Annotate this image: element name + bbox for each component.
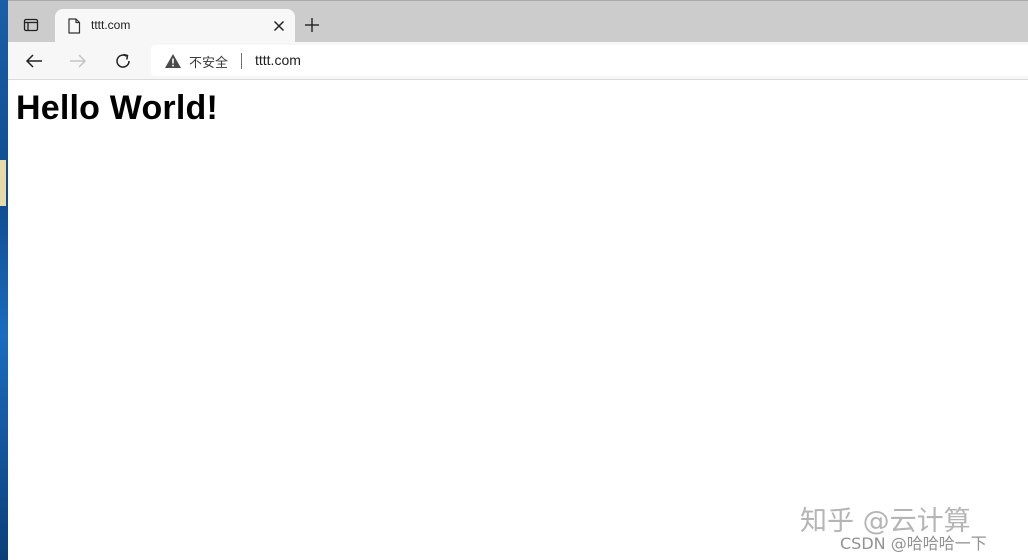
page-content: Hello World! <box>8 80 1028 560</box>
close-icon[interactable] <box>271 18 287 34</box>
security-status-label[interactable]: 不安全 <box>189 52 228 71</box>
url-text[interactable]: tttt.com <box>255 52 301 68</box>
page-icon <box>67 18 81 34</box>
tab-actions-icon[interactable] <box>20 15 42 35</box>
forward-arrow-icon[interactable] <box>66 49 90 73</box>
warning-icon[interactable] <box>164 53 182 69</box>
browser-window: tttt.com 不安全 tttt.com Hello World! <box>8 0 1028 560</box>
page-heading: Hello World! <box>16 89 218 127</box>
desktop-background <box>0 0 8 560</box>
tab-strip: tttt.com <box>8 0 1028 43</box>
desktop-window-sliver <box>0 160 6 206</box>
plus-icon[interactable] <box>302 15 322 35</box>
browser-toolbar: 不安全 tttt.com <box>8 42 1028 80</box>
refresh-icon[interactable] <box>111 49 135 73</box>
address-bar[interactable]: 不安全 tttt.com <box>151 45 1028 76</box>
csdn-watermark: CSDN @哈哈哈一下 <box>840 534 987 553</box>
address-divider <box>241 53 242 69</box>
tab-title: tttt.com <box>91 18 131 32</box>
tab-active[interactable]: tttt.com <box>55 9 295 43</box>
back-arrow-icon[interactable] <box>22 49 46 73</box>
